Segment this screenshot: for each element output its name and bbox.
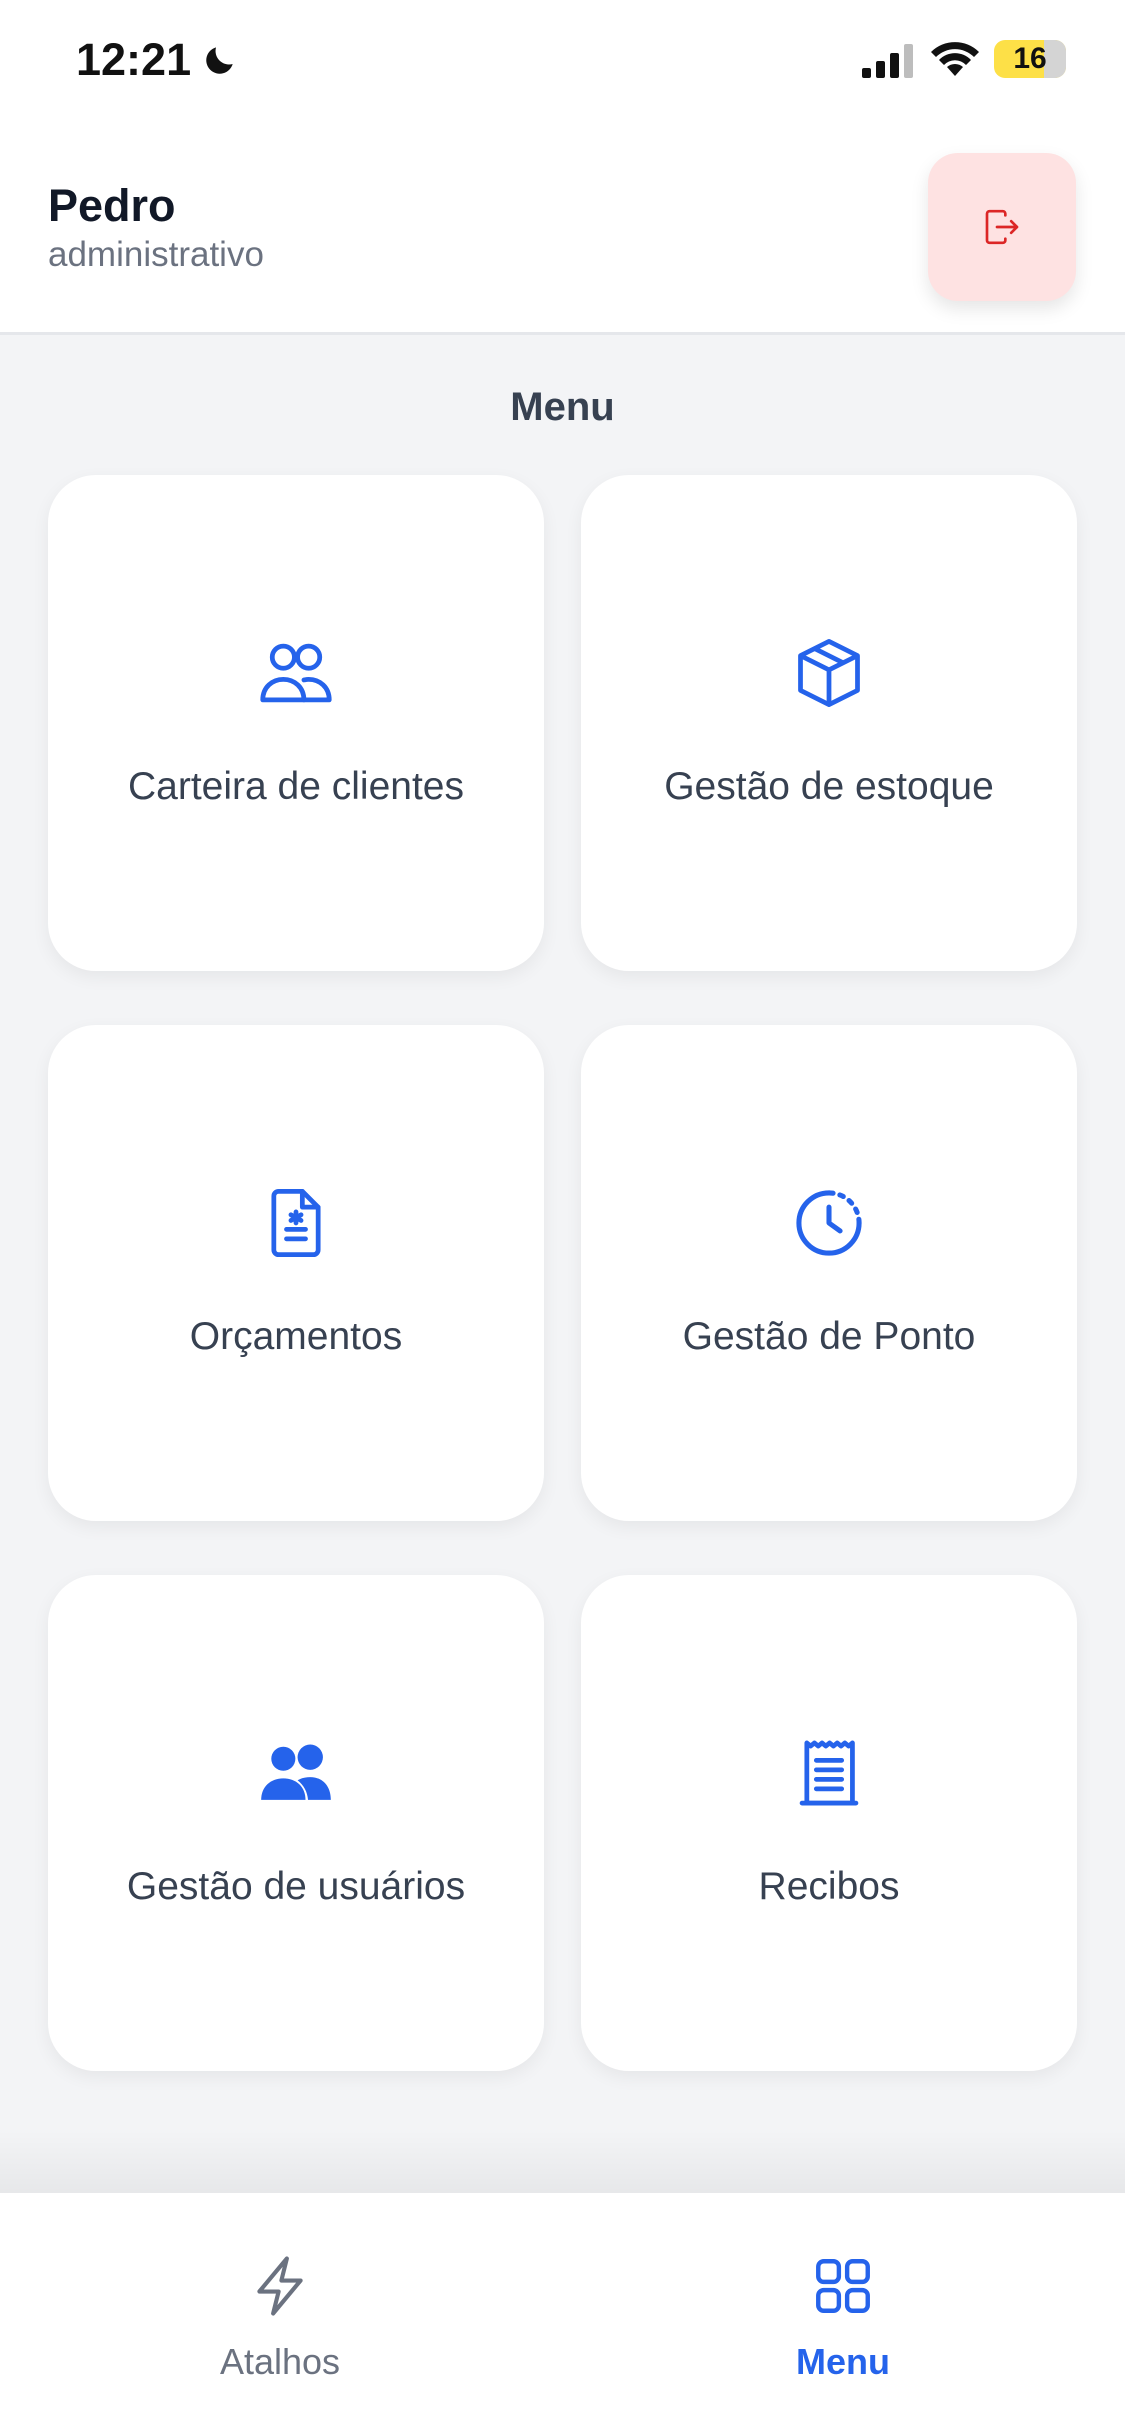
tile-label: Carteira de clientes — [128, 765, 464, 808]
tile-label: Orçamentos — [189, 1315, 403, 1358]
tile-gestao-de-ponto[interactable]: Gestão de Ponto — [581, 1025, 1077, 1521]
tile-carteira-de-clientes[interactable]: Carteira de clientes — [48, 475, 544, 971]
nav-label-atalhos: Atalhos — [219, 2341, 341, 2382]
nav-item-atalhos[interactable]: Atalhos — [130, 2253, 430, 2383]
wifi-icon — [931, 42, 979, 76]
cube-icon — [798, 638, 860, 708]
receipt-icon — [799, 1740, 859, 1806]
profile-header: Pedro administrativo — [0, 125, 1125, 335]
tile-label: Gestão de Ponto — [682, 1315, 976, 1358]
users-outline-icon — [260, 643, 332, 703]
nav-item-menu[interactable]: Menu — [693, 2253, 993, 2383]
status-time-text: 12:21 — [76, 34, 192, 85]
tile-label: Gestão de estoque — [664, 765, 994, 808]
tile-orcamentos[interactable]: Orçamentos — [48, 1025, 544, 1521]
user-name: Pedro — [48, 180, 176, 231]
status-bar: 12:21 16 — [0, 0, 1125, 125]
clock-icon — [796, 1190, 862, 1256]
app-screen: 12:21 16 Pedro administrativo Menu Carte… — [0, 0, 1125, 2436]
tile-label: Recibos — [758, 1865, 900, 1908]
bottom-nav-shadow — [0, 2130, 1125, 2194]
nav-label-menu: Menu — [796, 2341, 890, 2382]
tile-gestao-de-estoque[interactable]: Gestão de estoque — [581, 475, 1077, 971]
battery-level: 16 — [1013, 42, 1047, 75]
logout-button[interactable] — [928, 153, 1076, 301]
tile-recibos[interactable]: Recibos — [581, 1575, 1077, 2071]
document-icon — [271, 1188, 321, 1258]
user-role: administrativo — [48, 235, 264, 274]
users-solid-icon — [261, 1744, 331, 1800]
lightning-icon — [257, 2256, 303, 2316]
menu-title: Menu — [510, 385, 615, 429]
tile-label: Gestão de usuários — [126, 1865, 466, 1908]
grid-icon — [816, 2259, 870, 2313]
battery-icon: 16 — [994, 40, 1066, 78]
bottom-navigation: Atalhos Menu — [0, 2193, 1125, 2436]
logout-icon — [985, 209, 1019, 245]
status-time: 12:21 — [76, 34, 239, 86]
cellular-signal-icon — [862, 44, 913, 78]
moon-icon — [206, 47, 233, 74]
tile-gestao-de-usuarios[interactable]: Gestão de usuários — [48, 1575, 544, 2071]
